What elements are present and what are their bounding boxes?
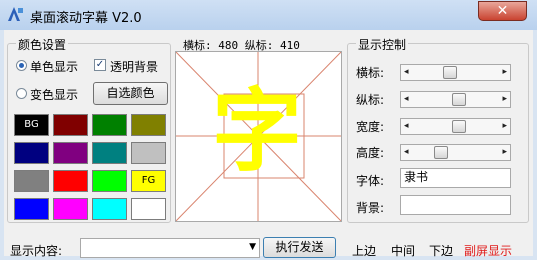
slider-thumb[interactable] <box>434 146 449 159</box>
vertical-label: 纵标: <box>356 93 385 107</box>
preview-character: 字 <box>212 78 302 184</box>
slider-left-arrow-icon[interactable]: ◂ <box>404 145 409 160</box>
color-swatch[interactable] <box>53 198 88 220</box>
vertical-slider[interactable]: ◂ ▸ <box>400 91 511 108</box>
width-label: 宽度: <box>356 120 385 134</box>
color-swatch[interactable] <box>92 142 127 164</box>
slider-left-arrow-icon[interactable]: ◂ <box>404 92 409 107</box>
main-panel: 颜色设置 单色显示 ✓ 透明背景 变色显示 自选颜色 BG FG 横标: 480 … <box>4 30 533 259</box>
bottom-position-link[interactable]: 下边 <box>429 242 453 259</box>
content-label: 显示内容: <box>10 244 63 258</box>
horizontal-slider[interactable]: ◂ ▸ <box>400 64 511 81</box>
second-screen-link[interactable]: 副屏显示 <box>464 242 512 259</box>
slider-thumb[interactable] <box>442 66 457 79</box>
execute-send-button[interactable]: 执行发送 <box>263 237 336 258</box>
color-swatch[interactable] <box>53 170 88 192</box>
color-swatch[interactable] <box>14 170 49 192</box>
color-swatch[interactable] <box>92 170 127 192</box>
slider-right-arrow-icon[interactable]: ▸ <box>502 145 507 160</box>
content-combobox[interactable]: ▼ <box>80 238 260 258</box>
color-swatch[interactable] <box>131 142 166 164</box>
font-field[interactable]: 隶书 <box>400 168 511 188</box>
slider-thumb[interactable] <box>452 93 467 106</box>
color-settings-group: 颜色设置 单色显示 ✓ 透明背景 变色显示 自选颜色 BG FG <box>7 36 171 223</box>
close-button[interactable]: ✕ <box>478 1 527 21</box>
slider-right-arrow-icon[interactable]: ▸ <box>502 119 507 134</box>
variable-color-radio[interactable] <box>16 88 27 99</box>
color-swatch[interactable] <box>53 114 88 136</box>
width-slider[interactable]: ◂ ▸ <box>400 118 511 135</box>
top-position-link[interactable]: 上边 <box>352 242 376 259</box>
color-swatch[interactable]: BG <box>14 114 49 136</box>
color-swatch[interactable] <box>14 198 49 220</box>
height-slider[interactable]: ◂ ▸ <box>400 144 511 161</box>
middle-position-link[interactable]: 中间 <box>391 242 415 259</box>
variable-color-label: 变色显示 <box>30 88 79 102</box>
slider-thumb[interactable] <box>452 120 467 133</box>
dropdown-arrow-icon[interactable]: ▼ <box>249 239 256 255</box>
color-swatch[interactable] <box>14 142 49 164</box>
font-label: 字体: <box>356 174 385 188</box>
preview-canvas: 字 <box>175 51 342 222</box>
title-bar: 桌面滚动字幕 V2.0 ✕ <box>0 0 537 30</box>
color-swatch[interactable] <box>131 114 166 136</box>
slider-left-arrow-icon[interactable]: ◂ <box>404 119 409 134</box>
background-label: 背景: <box>356 201 385 215</box>
color-swatch[interactable] <box>92 198 127 220</box>
app-icon <box>8 7 23 21</box>
slider-right-arrow-icon[interactable]: ▸ <box>502 92 507 107</box>
transparent-bg-checkbox[interactable]: ✓ <box>94 59 106 71</box>
color-swatch[interactable]: FG <box>131 170 166 192</box>
single-color-radio[interactable] <box>16 60 27 71</box>
custom-color-button[interactable]: 自选颜色 <box>93 82 168 105</box>
color-swatch[interactable] <box>131 198 166 220</box>
display-control-legend: 显示控制 <box>356 36 409 53</box>
single-color-label: 单色显示 <box>30 60 79 74</box>
transparent-bg-label: 透明背景 <box>110 60 159 74</box>
slider-right-arrow-icon[interactable]: ▸ <box>502 65 507 80</box>
height-label: 高度: <box>356 146 385 160</box>
slider-left-arrow-icon[interactable]: ◂ <box>404 65 409 80</box>
color-swatch[interactable] <box>53 142 88 164</box>
horizontal-label: 横标: <box>356 66 385 80</box>
background-field[interactable] <box>400 195 511 215</box>
color-swatch[interactable] <box>92 114 127 136</box>
window-title: 桌面滚动字幕 V2.0 <box>30 11 142 26</box>
color-settings-legend: 颜色设置 <box>16 36 69 53</box>
